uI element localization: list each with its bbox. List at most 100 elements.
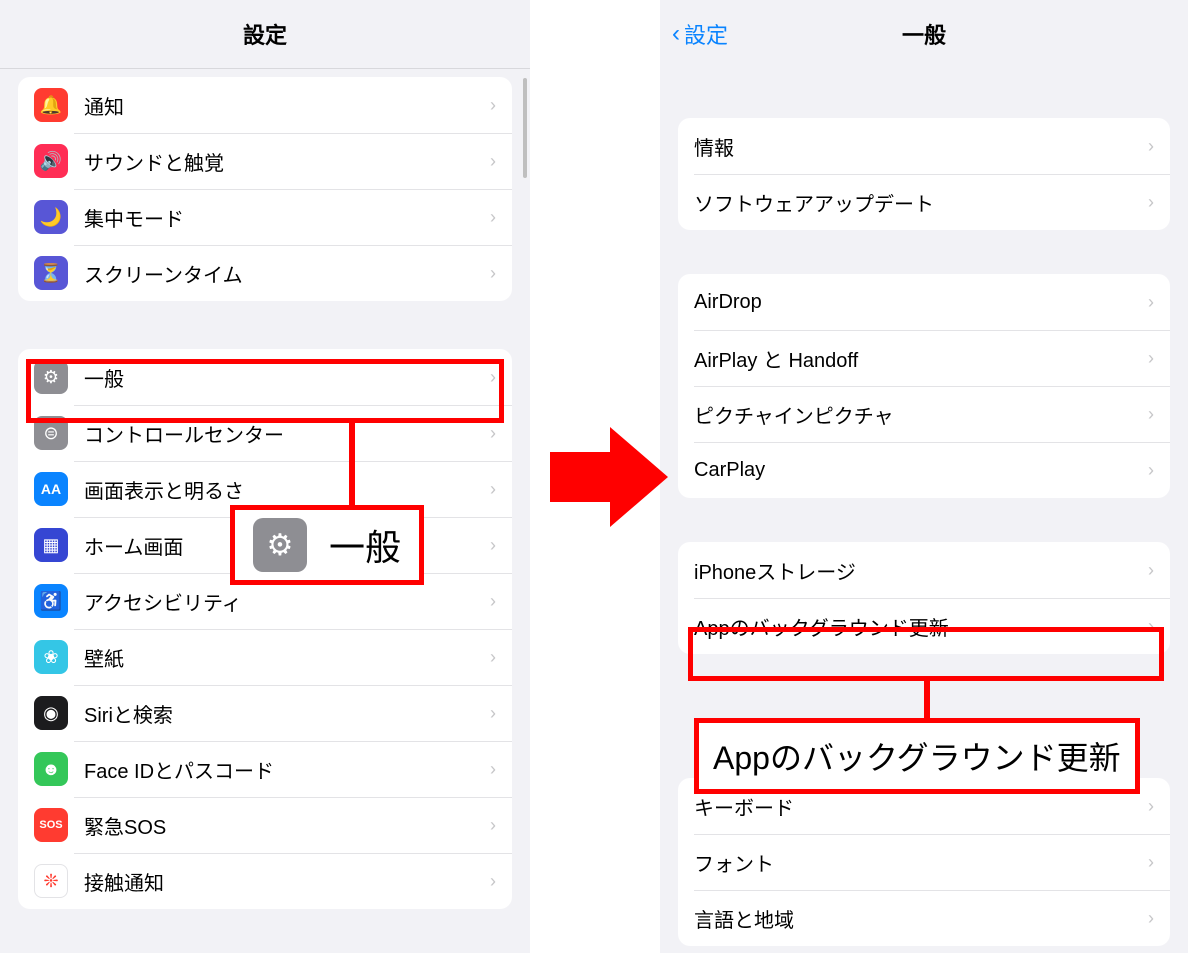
- row-label: ソフトウェアアップデート: [694, 188, 1148, 217]
- page-title: 一般: [902, 18, 946, 50]
- row-control-center[interactable]: ⊜ コントロールセンター ›: [18, 405, 512, 461]
- row-label: 画面表示と明るさ: [84, 475, 490, 504]
- row-general[interactable]: ⚙ 一般 ›: [18, 349, 512, 405]
- row-label: Appのバックグラウンド更新: [694, 612, 1148, 641]
- row-background-app-refresh[interactable]: Appのバックグラウンド更新 ›: [678, 598, 1170, 654]
- row-faceid[interactable]: ☻ Face IDとパスコード ›: [18, 741, 512, 797]
- row-label: 通知: [84, 91, 490, 120]
- general-group-1: 情報 › ソフトウェアアップデート ›: [678, 118, 1170, 230]
- chevron-right-icon: ›: [490, 759, 496, 780]
- accessibility-icon: ♿: [34, 584, 68, 618]
- row-airdrop[interactable]: AirDrop ›: [678, 274, 1170, 330]
- connector-line: [349, 423, 355, 505]
- exposure-icon: ❊: [34, 864, 68, 898]
- general-group-4: キーボード › フォント › 言語と地域 ›: [678, 778, 1170, 946]
- row-label: 集中モード: [84, 203, 490, 232]
- chevron-right-icon: ›: [1148, 460, 1154, 481]
- row-focus[interactable]: 🌙 集中モード ›: [18, 189, 512, 245]
- settings-group-1: 🔔 通知 › 🔊 サウンドと触覚 › 🌙 集中モード › ⏳ スクリーンタイム …: [18, 77, 512, 301]
- chevron-right-icon: ›: [1148, 348, 1154, 369]
- row-wallpaper[interactable]: ❀ 壁紙 ›: [18, 629, 512, 685]
- row-label: 情報: [694, 132, 1148, 161]
- gear-icon: ⚙: [253, 518, 307, 572]
- chevron-right-icon: ›: [1148, 292, 1154, 313]
- row-pip[interactable]: ピクチャインピクチャ ›: [678, 386, 1170, 442]
- speaker-icon: 🔊: [34, 144, 68, 178]
- row-iphone-storage[interactable]: iPhoneストレージ ›: [678, 542, 1170, 598]
- settings-screen-left: 設定 🔔 通知 › 🔊 サウンドと触覚 › 🌙 集中モード › ⏳ スクリーンタ…: [0, 0, 530, 953]
- general-group-3: iPhoneストレージ › Appのバックグラウンド更新 ›: [678, 542, 1170, 654]
- chevron-right-icon: ›: [1148, 404, 1154, 425]
- chevron-right-icon: ›: [490, 95, 496, 116]
- connector-line: [924, 681, 930, 723]
- chevron-right-icon: ›: [1148, 796, 1154, 817]
- text-size-icon: AA: [34, 472, 68, 506]
- row-label: AirDrop: [694, 291, 1148, 314]
- row-label: AirPlay と Handoff: [694, 344, 1148, 373]
- row-label: CarPlay: [694, 459, 1148, 482]
- row-about[interactable]: 情報 ›: [678, 118, 1170, 174]
- row-label: フォント: [694, 848, 1148, 877]
- hourglass-icon: ⏳: [34, 256, 68, 290]
- back-button[interactable]: ‹ 設定: [672, 18, 728, 50]
- chevron-right-icon: ›: [490, 815, 496, 836]
- general-group-2: AirDrop › AirPlay と Handoff › ピクチャインピクチャ…: [678, 274, 1170, 498]
- row-label: 一般: [84, 363, 490, 392]
- nav-bar: 設定: [0, 0, 530, 68]
- row-airplay-handoff[interactable]: AirPlay と Handoff ›: [678, 330, 1170, 386]
- row-label: キーボード: [694, 792, 1148, 821]
- switches-icon: ⊜: [34, 416, 68, 450]
- chevron-right-icon: ›: [1148, 908, 1154, 929]
- row-label: アクセシビリティ: [84, 587, 490, 616]
- row-label: コントロールセンター: [84, 419, 490, 448]
- row-carplay[interactable]: CarPlay ›: [678, 442, 1170, 498]
- row-notifications[interactable]: 🔔 通知 ›: [18, 77, 512, 133]
- row-label: スクリーンタイム: [84, 259, 490, 288]
- row-sounds[interactable]: 🔊 サウンドと触覚 ›: [18, 133, 512, 189]
- chevron-right-icon: ›: [1148, 852, 1154, 873]
- callout-text: 一般: [329, 519, 401, 571]
- chevron-right-icon: ›: [490, 423, 496, 444]
- callout-text: Appのバックグラウンド更新: [713, 733, 1121, 779]
- general-screen-right: ‹ 設定 一般 情報 › ソフトウェアアップデート › AirDrop › Ai…: [660, 0, 1188, 953]
- flower-icon: ❀: [34, 640, 68, 674]
- row-label: ピクチャインピクチャ: [694, 400, 1148, 429]
- row-fonts[interactable]: フォント ›: [678, 834, 1170, 890]
- sos-icon: SOS: [34, 808, 68, 842]
- row-label: 言語と地域: [694, 904, 1148, 933]
- moon-icon: 🌙: [34, 200, 68, 234]
- row-label: 接触通知: [84, 867, 490, 896]
- row-label: Face IDとパスコード: [84, 755, 490, 784]
- row-software-update[interactable]: ソフトウェアアップデート ›: [678, 174, 1170, 230]
- siri-icon: ◉: [34, 696, 68, 730]
- bell-icon: 🔔: [34, 88, 68, 122]
- row-label: 壁紙: [84, 643, 490, 672]
- row-exposure[interactable]: ❊ 接触通知 ›: [18, 853, 512, 909]
- gear-icon: ⚙: [34, 360, 68, 394]
- row-screentime[interactable]: ⏳ スクリーンタイム ›: [18, 245, 512, 301]
- chevron-left-icon: ‹: [672, 20, 680, 48]
- callout-general: ⚙ 一般: [230, 505, 424, 585]
- row-sos[interactable]: SOS 緊急SOS ›: [18, 797, 512, 853]
- nav-bar: ‹ 設定 一般: [660, 0, 1188, 68]
- back-label: 設定: [684, 18, 728, 50]
- settings-group-2: ⚙ 一般 › ⊜ コントロールセンター › AA 画面表示と明るさ › ▦ ホー…: [18, 349, 512, 909]
- chevron-right-icon: ›: [1148, 616, 1154, 637]
- chevron-right-icon: ›: [490, 703, 496, 724]
- row-label: Siriと検索: [84, 699, 490, 728]
- row-label: 緊急SOS: [84, 811, 490, 840]
- page-title: 設定: [243, 18, 287, 50]
- row-language-region[interactable]: 言語と地域 ›: [678, 890, 1170, 946]
- chevron-right-icon: ›: [490, 207, 496, 228]
- row-siri-search[interactable]: ◉ Siriと検索 ›: [18, 685, 512, 741]
- scrollbar[interactable]: [523, 78, 527, 178]
- chevron-right-icon: ›: [1148, 136, 1154, 157]
- chevron-right-icon: ›: [490, 535, 496, 556]
- chevron-right-icon: ›: [490, 263, 496, 284]
- grid-icon: ▦: [34, 528, 68, 562]
- chevron-right-icon: ›: [490, 591, 496, 612]
- arrow-right-icon: [550, 422, 670, 532]
- chevron-right-icon: ›: [490, 647, 496, 668]
- row-label: iPhoneストレージ: [694, 556, 1148, 585]
- row-label: サウンドと触覚: [84, 147, 490, 176]
